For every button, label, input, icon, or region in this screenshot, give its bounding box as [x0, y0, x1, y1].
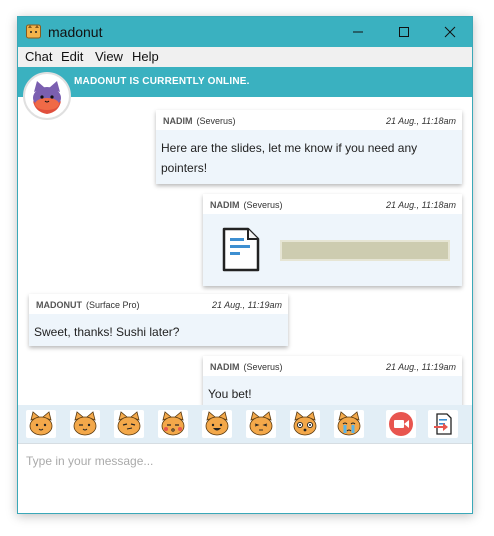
chat-message-attachment: NADIM (Severus) 21 Aug., 11:18am [203, 194, 462, 286]
cat-squint-icon [249, 411, 273, 436]
minimize-icon [353, 31, 363, 33]
document-file-icon[interactable] [220, 224, 262, 274]
chat-message: NADIM (Severus) 21 Aug., 11:19am You bet! [203, 356, 462, 408]
video-call-button[interactable] [386, 410, 416, 438]
message-header: NADIM (Severus) 21 Aug., 11:18am [203, 194, 462, 214]
cat-avatar-icon [33, 81, 61, 114]
menu-help[interactable]: Help [132, 49, 159, 64]
title-bar: madonut [18, 17, 472, 47]
cat-smirk-icon [117, 411, 141, 436]
message-header: NADIM (Severus) 21 Aug., 11:19am [203, 356, 462, 376]
attachment-filename-bar[interactable] [280, 240, 450, 261]
menu-view[interactable]: View [95, 49, 123, 64]
chat-message: NADIM (Severus) 21 Aug., 11:18am Here are… [156, 110, 462, 184]
video-call-icon [389, 412, 413, 436]
emoji-button[interactable] [202, 410, 232, 438]
online-status: MADONUT IS CURRENTLY ONLINE. [74, 76, 250, 87]
message-line: Sweet, thanks! Sushi later? [34, 325, 180, 339]
sender-name: MADONUT [36, 300, 82, 310]
message-time: 21 Aug., 11:19am [211, 300, 282, 310]
message-header: NADIM (Severus) 21 Aug., 11:18am [156, 110, 462, 130]
emoji-button[interactable] [246, 410, 276, 438]
close-button[interactable] [427, 17, 473, 47]
message-line: Here are the slides, let me know if you … [161, 141, 418, 155]
emoji-toolbar [18, 405, 472, 443]
message-sender: NADIM (Severus) [163, 116, 236, 126]
message-input[interactable] [26, 452, 462, 470]
cat-wink-icon [73, 411, 97, 436]
message-time: 21 Aug., 11:18am [385, 200, 456, 210]
app-cat-icon [26, 24, 41, 39]
message-time: 21 Aug., 11:18am [385, 116, 456, 126]
sender-device: (Surface Pro) [86, 300, 140, 310]
window-title: madonut [48, 24, 103, 40]
close-icon [444, 26, 456, 38]
message-text: Sweet, thanks! Sushi later? [34, 322, 179, 342]
message-composer [18, 443, 472, 513]
send-file-button[interactable] [428, 410, 458, 438]
sender-name: NADIM [210, 200, 240, 210]
message-header: MADONUT (Surface Pro) 21 Aug., 11:19am [29, 294, 288, 314]
cat-crying-icon [337, 411, 361, 436]
sender-name: NADIM [210, 362, 240, 372]
sender-device: (Severus) [196, 116, 236, 126]
status-banner: MADONUT IS CURRENTLY ONLINE. [18, 67, 472, 97]
contact-avatar[interactable] [23, 72, 71, 120]
sender-device: (Severus) [243, 200, 283, 210]
menu-edit[interactable]: Edit [61, 49, 83, 64]
emoji-button[interactable] [158, 410, 188, 438]
message-sender: MADONUT (Surface Pro) [36, 300, 140, 310]
sender-device: (Severus) [243, 362, 283, 372]
menu-bar: Chat Edit View Help [18, 47, 472, 67]
emoji-button[interactable] [334, 410, 364, 438]
cat-smile-icon [29, 411, 53, 436]
message-text: Here are the slides, let me know if you … [161, 138, 417, 178]
emoji-button[interactable] [70, 410, 100, 438]
minimize-button[interactable] [335, 17, 381, 47]
chat-message: MADONUT (Surface Pro) 21 Aug., 11:19am Sw… [29, 294, 288, 346]
cat-kiss-icon [161, 411, 185, 436]
message-text: You bet! [208, 384, 252, 404]
chat-window: madonut Chat Edit View Help MADONUT IS C… [17, 16, 473, 514]
message-sender: NADIM (Severus) [210, 200, 283, 210]
maximize-icon [399, 27, 409, 37]
send-file-icon [434, 413, 452, 435]
message-line: You bet! [208, 387, 252, 401]
emoji-button[interactable] [290, 410, 320, 438]
chat-history[interactable]: NADIM (Severus) 21 Aug., 11:18am Here are… [18, 97, 472, 408]
message-time: 21 Aug., 11:19am [385, 362, 456, 372]
cat-grin-icon [205, 411, 229, 436]
emoji-button[interactable] [114, 410, 144, 438]
message-line: pointers! [161, 161, 208, 175]
maximize-button[interactable] [381, 17, 427, 47]
message-sender: NADIM (Severus) [210, 362, 283, 372]
sender-name: NADIM [163, 116, 193, 126]
menu-chat[interactable]: Chat [25, 49, 52, 64]
emoji-button[interactable] [26, 410, 56, 438]
cat-surprised-icon [293, 411, 317, 436]
